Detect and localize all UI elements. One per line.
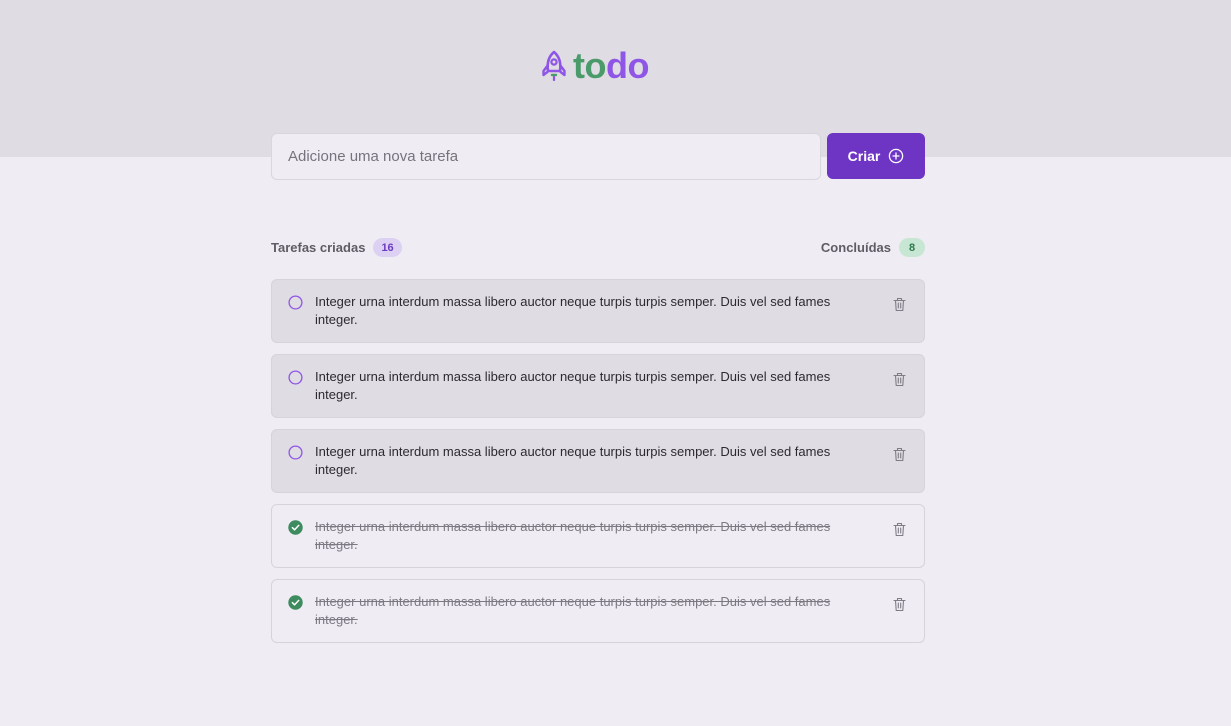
logo: todo bbox=[541, 46, 649, 86]
task-checkbox[interactable] bbox=[288, 445, 303, 460]
task-checkbox[interactable] bbox=[288, 295, 303, 310]
task-checkbox[interactable] bbox=[288, 370, 303, 385]
created-counter: Tarefas criadas 16 bbox=[271, 238, 402, 257]
task-item: Integer urna interdum massa libero aucto… bbox=[271, 354, 925, 418]
created-count-badge: 16 bbox=[373, 238, 402, 257]
delete-task-button[interactable] bbox=[893, 372, 906, 387]
rocket-icon bbox=[542, 50, 566, 82]
task-item: Integer urna interdum massa libero aucto… bbox=[271, 279, 925, 343]
check-circle-icon bbox=[288, 595, 303, 610]
new-task-form: Criar bbox=[271, 133, 925, 180]
logo-text-to: to bbox=[573, 45, 606, 86]
done-counter: Concluídas 8 bbox=[821, 238, 925, 257]
task-checkbox-checked[interactable] bbox=[288, 595, 303, 610]
trash-icon bbox=[893, 372, 906, 387]
done-count-badge: 8 bbox=[899, 238, 925, 257]
logo-text: todo bbox=[573, 48, 649, 84]
trash-icon bbox=[893, 597, 906, 612]
delete-task-button[interactable] bbox=[893, 447, 906, 462]
task-text: Integer urna interdum massa libero aucto… bbox=[315, 594, 831, 627]
task-checkbox-checked[interactable] bbox=[288, 520, 303, 535]
trash-icon bbox=[893, 447, 906, 462]
trash-icon bbox=[893, 522, 906, 537]
plus-circle-icon bbox=[889, 148, 904, 164]
task-item-completed: Integer urna interdum massa libero aucto… bbox=[271, 504, 925, 568]
task-item: Integer urna interdum massa libero aucto… bbox=[271, 429, 925, 493]
logo-text-do: do bbox=[605, 45, 649, 86]
check-circle-icon bbox=[288, 520, 303, 535]
task-counters: Tarefas criadas 16 Concluídas 8 bbox=[271, 237, 925, 258]
task-text: Integer urna interdum massa libero aucto… bbox=[315, 519, 831, 552]
delete-task-button[interactable] bbox=[893, 297, 906, 312]
create-task-button[interactable]: Criar bbox=[827, 133, 925, 179]
done-counter-label: Concluídas bbox=[820, 240, 891, 255]
delete-task-button[interactable] bbox=[893, 522, 906, 537]
delete-task-button[interactable] bbox=[893, 597, 906, 612]
empty-circle-icon bbox=[288, 445, 303, 460]
task-list: Integer urna interdum massa libero aucto… bbox=[271, 279, 925, 643]
created-counter-label: Tarefas criadas bbox=[271, 240, 366, 255]
task-text: Integer urna interdum massa libero aucto… bbox=[315, 294, 831, 327]
task-text: Integer urna interdum massa libero aucto… bbox=[315, 444, 831, 477]
task-item-completed: Integer urna interdum massa libero aucto… bbox=[271, 579, 925, 643]
task-text: Integer urna interdum massa libero aucto… bbox=[315, 369, 831, 402]
empty-circle-icon bbox=[288, 370, 303, 385]
trash-icon bbox=[893, 297, 906, 312]
new-task-input[interactable] bbox=[271, 133, 821, 180]
empty-circle-icon bbox=[288, 295, 303, 310]
create-task-button-label: Criar bbox=[847, 148, 881, 164]
